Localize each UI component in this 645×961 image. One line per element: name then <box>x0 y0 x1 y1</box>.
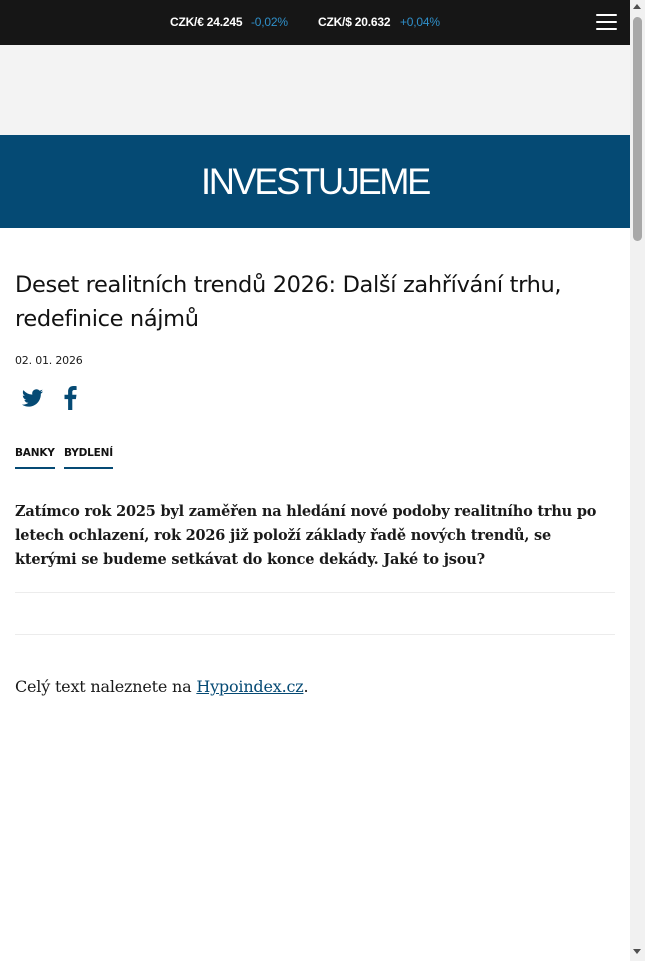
facebook-icon[interactable] <box>62 386 78 410</box>
divider <box>15 592 615 593</box>
scrollbar-thumb[interactable] <box>633 17 642 241</box>
hypoindex-link[interactable]: Hypoindex.cz <box>196 677 303 696</box>
page: CZK/€ 24.245 -0,02% CZK/$ 20.632 +0,04% … <box>0 0 630 961</box>
divider <box>15 634 615 635</box>
tag-bydleni[interactable]: BYDLENÍ <box>64 447 113 469</box>
fulltext-prefix: Celý text naleznete na <box>15 677 197 696</box>
fulltext-suffix: . <box>303 677 309 696</box>
eur-rate: CZK/€ 24.245 <box>170 15 243 29</box>
eur-change: -0,02% <box>251 15 288 29</box>
site-logo[interactable]: INVESTUJEME <box>6 160 623 204</box>
usd-change: +0,04% <box>400 15 440 29</box>
scroll-up-arrow-icon[interactable] <box>633 4 641 9</box>
article-perex: Zatímco rok 2025 byl zaměřen na hledání … <box>15 503 597 568</box>
article-date: 02. 01. 2026 <box>15 354 83 367</box>
tag-banky[interactable]: BANKY <box>15 447 55 469</box>
fulltext-note: Celý text naleznete na Hypoindex.cz. <box>15 675 309 699</box>
currency-ticker: CZK/€ 24.245 -0,02% CZK/$ 20.632 +0,04% <box>0 0 630 45</box>
hamburger-menu-icon[interactable] <box>596 13 618 31</box>
scroll-down-arrow-icon[interactable] <box>633 949 641 954</box>
usd-rate: CZK/$ 20.632 <box>318 15 391 29</box>
ad-placeholder <box>0 45 630 135</box>
article-title: Deset realitních trendů 2026: Další zahř… <box>15 272 562 332</box>
twitter-icon[interactable] <box>21 386 44 410</box>
